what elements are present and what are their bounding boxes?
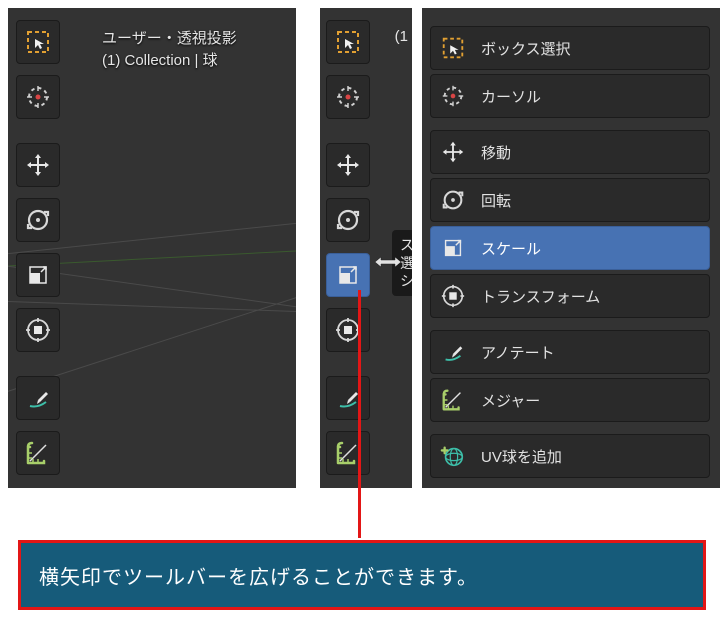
scale-icon: [431, 226, 475, 270]
rotate-icon: [431, 178, 475, 222]
rotate-tool[interactable]: [16, 198, 60, 242]
viewport-header-line2: (1) Collection | 球: [102, 50, 237, 72]
move-tool[interactable]: [16, 143, 60, 187]
caption-box: 横矢印でツールバーを広げることができます。: [18, 540, 706, 610]
annotate-tool[interactable]: [326, 376, 370, 420]
scale-tool-row[interactable]: スケール: [430, 226, 710, 270]
resize-cursor-icon: [372, 253, 404, 271]
transform-label: トランスフォーム: [475, 286, 600, 307]
transform-tool[interactable]: [326, 308, 370, 352]
move-tool[interactable]: [326, 143, 370, 187]
viewport-panel-resizing: (1 ス 選 シ: [320, 8, 412, 488]
cursor-tool-row[interactable]: カーソル: [430, 74, 710, 118]
viewport-header-fragment: (1: [395, 28, 408, 45]
viewport-header-line1: ユーザー・透視投影: [102, 28, 237, 50]
scale-tool[interactable]: [326, 253, 370, 297]
add-mesh-tool-row[interactable]: UV球を追加: [430, 434, 710, 478]
annotate-label: アノテート: [475, 342, 555, 363]
move-tool-row[interactable]: 移動: [430, 130, 710, 174]
viewport-header: ユーザー・透視投影 (1) Collection | 球: [102, 28, 237, 72]
measure-tool-row[interactable]: メジャー: [430, 378, 710, 422]
transform-icon: [431, 274, 475, 318]
select-tool[interactable]: [16, 20, 60, 64]
annotate-tool-row[interactable]: アノテート: [430, 330, 710, 374]
toolbar-narrow: [16, 20, 60, 488]
annotate-icon: [431, 330, 475, 374]
rotate-tool[interactable]: [326, 198, 370, 242]
callout-line: [358, 290, 361, 538]
measure-tool[interactable]: [16, 431, 60, 475]
scale-tool[interactable]: [16, 253, 60, 297]
select-icon: [431, 26, 475, 70]
measure-label: メジャー: [475, 390, 540, 411]
measure-tool[interactable]: [326, 431, 370, 475]
viewport-panel-wide: ボックス選択 カーソル 移動 回転 スケール トランスフォーム アノテート メジ…: [422, 8, 720, 488]
toolbar-resizing: [326, 20, 370, 488]
select-tool[interactable]: [326, 20, 370, 64]
rotate-label: 回転: [475, 190, 511, 211]
annotate-tool[interactable]: [16, 376, 60, 420]
transform-tool-row[interactable]: トランスフォーム: [430, 274, 710, 318]
cursor-tool[interactable]: [16, 75, 60, 119]
select-label: ボックス選択: [475, 38, 571, 59]
cursor-icon: [431, 74, 475, 118]
cursor-label: カーソル: [475, 86, 541, 107]
viewport-panel-narrow: ユーザー・透視投影 (1) Collection | 球: [8, 8, 296, 488]
move-label: 移動: [475, 142, 511, 163]
rotate-tool-row[interactable]: 回転: [430, 178, 710, 222]
transform-tool[interactable]: [16, 308, 60, 352]
caption-text: 横矢印でツールバーを広げることができます。: [39, 561, 478, 590]
select-tool-row[interactable]: ボックス選択: [430, 26, 710, 70]
cursor-tool[interactable]: [326, 75, 370, 119]
add-mesh-label: UV球を追加: [475, 446, 562, 467]
move-icon: [431, 130, 475, 174]
add-mesh-icon: [431, 434, 475, 478]
measure-icon: [431, 378, 475, 422]
scale-label: スケール: [475, 238, 541, 259]
